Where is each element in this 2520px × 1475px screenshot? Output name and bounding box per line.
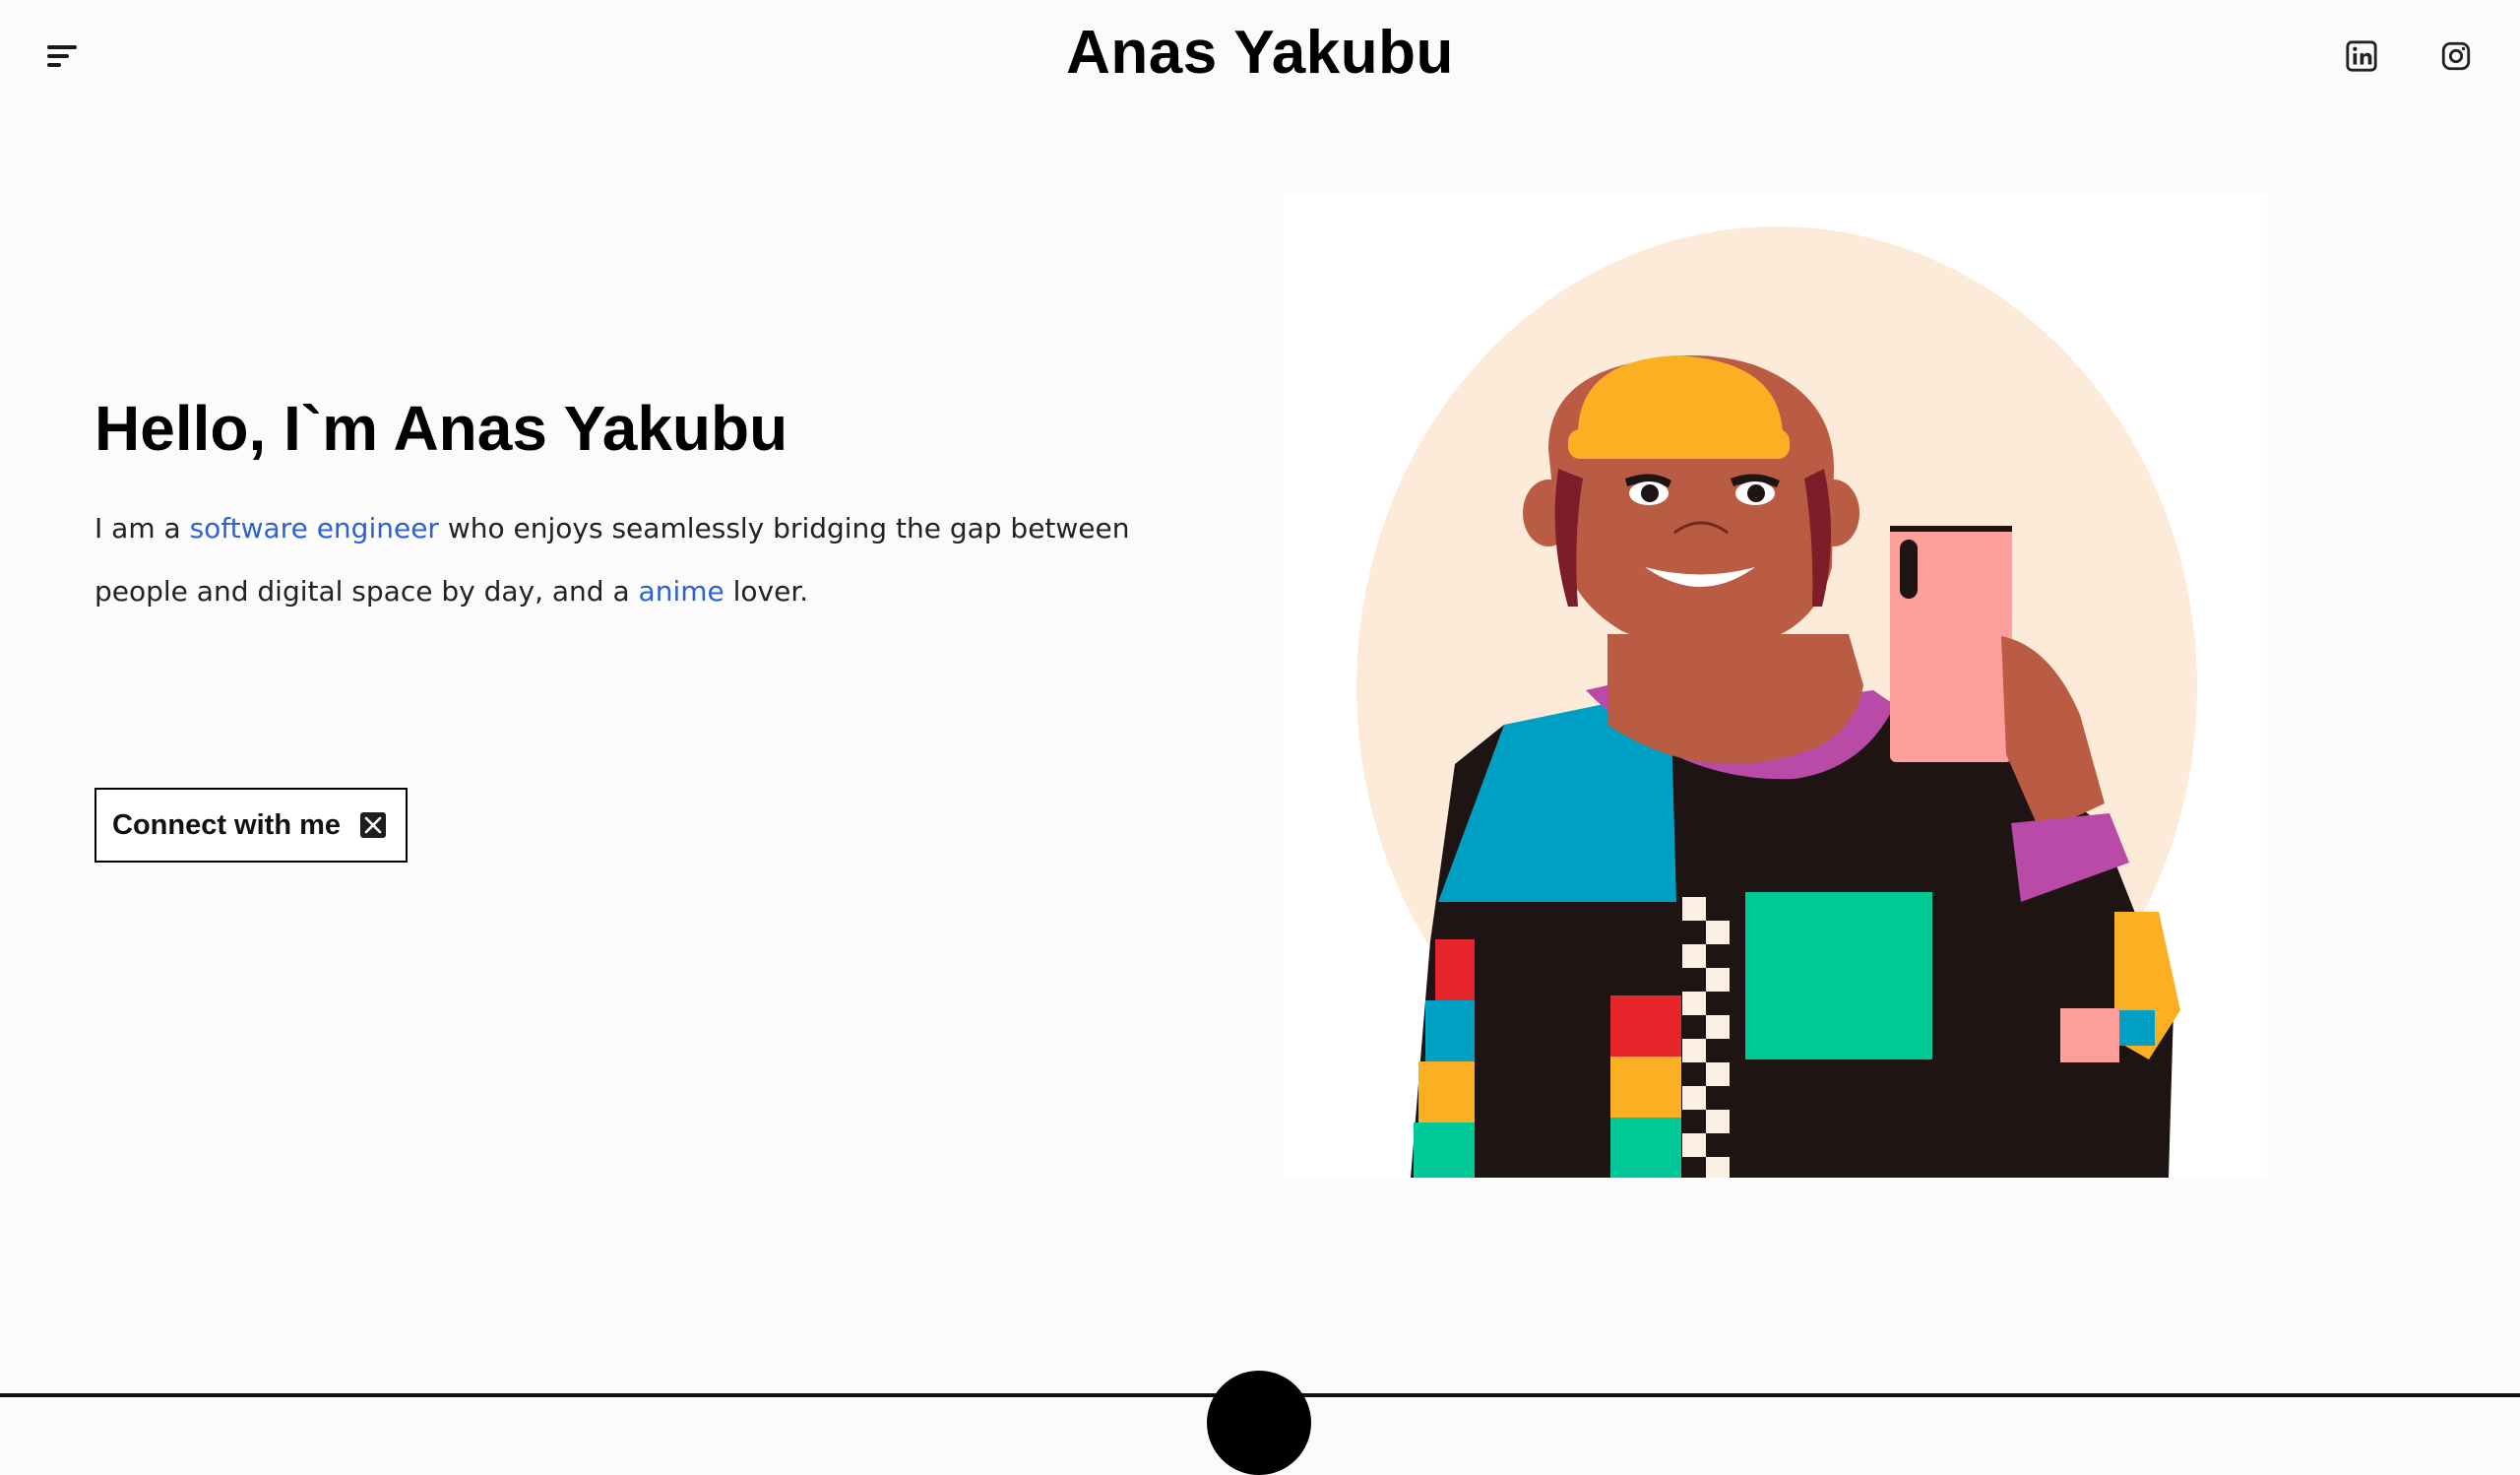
scroll-down-button[interactable] [1207,1371,1311,1475]
hero-intro: I am a software engineer who enjoys seam… [94,497,1207,623]
intro-text-start: I am a [94,512,190,545]
site-header: Anas Yakubu [0,0,2520,113]
hero-heading: Hello, I`m Anas Yakubu [94,393,788,464]
connect-button-label: Connect with me [112,808,342,841]
software-engineer-link[interactable]: software engineer [190,512,439,545]
connect-button[interactable]: Connect with me [94,788,408,863]
intro-text-end: lover. [724,575,809,608]
linkedin-icon[interactable] [2345,39,2378,73]
instagram-icon[interactable] [2439,39,2473,73]
x-icon [360,812,387,838]
anime-link[interactable]: anime [639,575,724,608]
site-title: Anas Yakubu [1066,19,1454,87]
avatar-illustration [1283,193,2267,1178]
